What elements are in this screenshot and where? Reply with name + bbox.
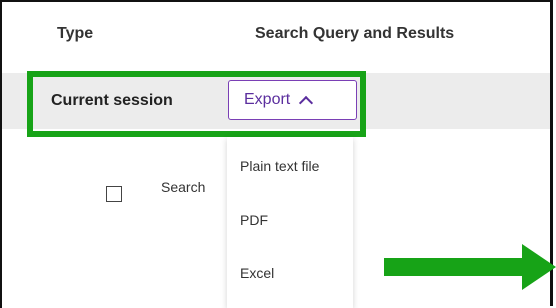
pointer-arrow-icon [384,244,556,290]
export-option-pdf[interactable]: PDF [240,212,268,228]
export-option-plain-text[interactable]: Plain text file [240,158,319,174]
export-button-label: Export [244,91,291,108]
table-frame-left-border [0,0,2,308]
current-session-label: Current session [51,92,173,109]
column-header-type: Type [57,25,94,42]
row-type-label: Search [161,179,206,195]
row-select-checkbox[interactable] [106,186,122,202]
arrow-head [522,244,556,290]
export-option-excel[interactable]: Excel [240,265,274,281]
export-button[interactable]: Export [228,80,357,120]
chevron-up-icon [299,95,314,110]
column-header-search-query-results: Search Query and Results [255,25,455,42]
export-dropdown-menu: Plain text file PDF Excel [227,137,353,308]
arrow-shaft [384,258,524,276]
